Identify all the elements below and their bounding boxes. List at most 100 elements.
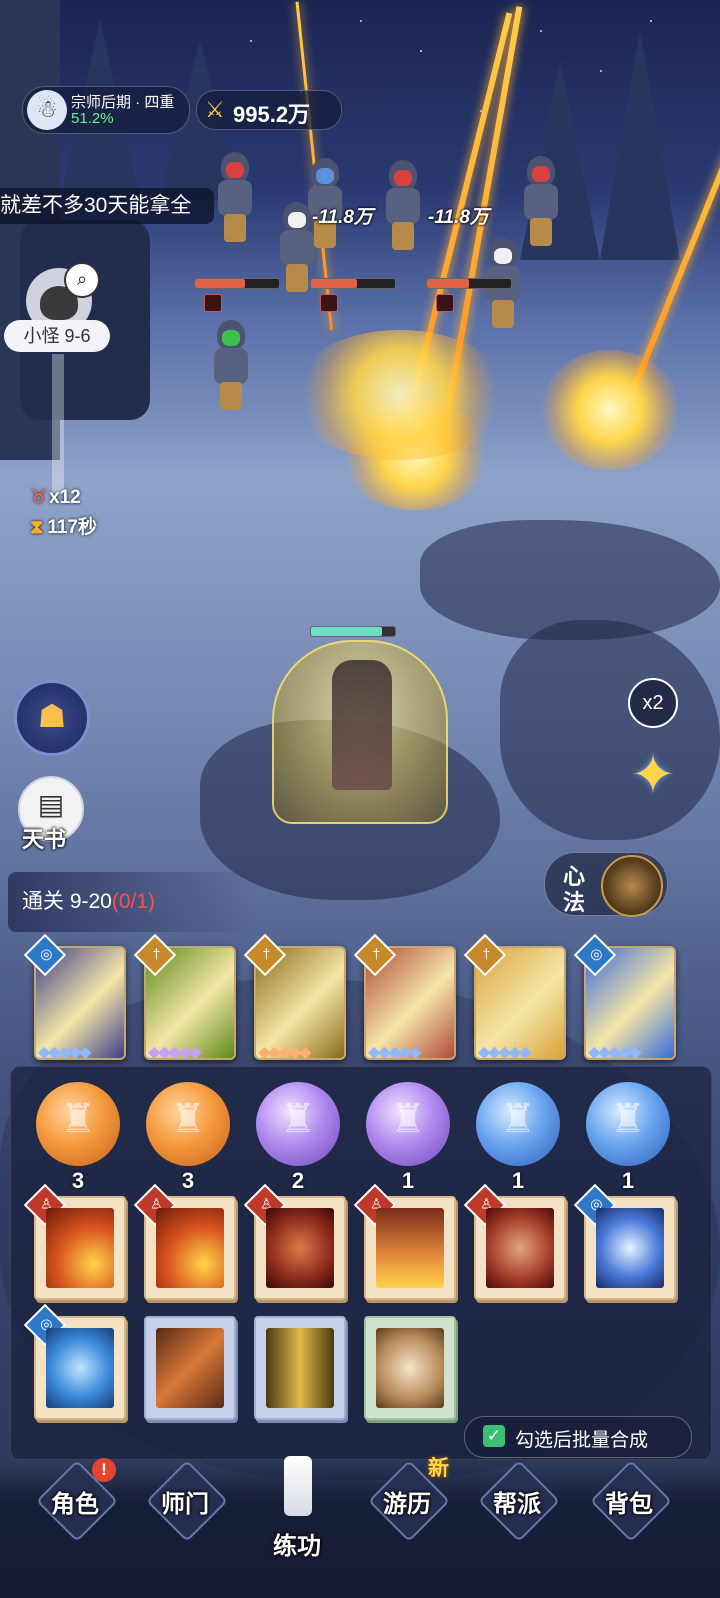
xinfa-button[interactable]: 心 法 (544, 852, 668, 917)
checkbox-checked-icon[interactable]: ✓ (483, 1425, 505, 1447)
energy-orb-orange[interactable]: ♜ 3 (146, 1082, 230, 1193)
nav-label: 师门 (161, 1491, 209, 1518)
nav-label: 背包 (605, 1491, 653, 1518)
nav-label: 帮派 (493, 1491, 541, 1518)
skill-card-4[interactable]: † ◆◆◆◆◆ (353, 933, 456, 1061)
ice-hand-icon (596, 1208, 664, 1288)
enemy-soldier[interactable] (380, 160, 426, 250)
rank-progress: 51.2% (71, 110, 114, 127)
impact-burst (540, 350, 680, 470)
star-gems-icon: ◆◆◆◆◆ (38, 1044, 92, 1061)
enemy-hp-bar (426, 278, 512, 289)
master-avatar-icon: ☃ (27, 90, 67, 130)
loot-bag-button[interactable]: ☗ (14, 680, 90, 756)
nav-training[interactable]: 练功 (250, 1456, 344, 1560)
quest-label: 通关 9-20 (22, 890, 112, 913)
star-skill-button[interactable]: ✦ (622, 744, 684, 806)
rank-panel[interactable]: ☃ 宗师后期 · 四重 51.2% (22, 86, 190, 134)
skill-book-fireball[interactable]: ♙ (133, 1183, 236, 1300)
fighter-silhouette-icon: ♜ (60, 1097, 96, 1141)
batch-merge-toggle[interactable]: ✓ 勾选后批量合成 (464, 1416, 692, 1458)
quest-bar[interactable]: 通关 9-20(0/1) (8, 872, 254, 932)
skill-card-6[interactable]: ◎ ◆◆◆◆◆ (573, 933, 676, 1061)
nav-sect[interactable]: 师门 (138, 1459, 232, 1543)
enemy-hp-bar (194, 278, 280, 289)
fighter-silhouette-icon: ♜ (500, 1097, 536, 1141)
skill-book-fist[interactable]: ♙ (463, 1183, 566, 1300)
xinfa-orb-icon (601, 855, 663, 917)
enemy-soldier[interactable] (518, 156, 564, 246)
chat-message[interactable]: 就差不多30天能拿全 (0, 188, 214, 224)
time-left: 117秒 (47, 517, 97, 538)
skill-book-prayer[interactable] (364, 1316, 456, 1420)
fighter-silhouette-icon: ♜ (390, 1097, 426, 1141)
star-gems-icon: ◆◆◆◆◆ (588, 1044, 642, 1061)
demon-head-icon: ♉ (30, 487, 48, 508)
nav-backpack[interactable]: 背包 (582, 1459, 676, 1543)
player-character[interactable] (332, 660, 392, 790)
six-point-star-icon: ✦ (630, 745, 676, 805)
nav-guild[interactable]: 帮派 (470, 1459, 564, 1543)
enemy-hp-fill (195, 279, 246, 288)
praying-hands-icon (376, 1328, 444, 1408)
energy-orb-purple[interactable]: ♜ 1 (366, 1082, 450, 1193)
skill-book-fireball[interactable]: ♙ (23, 1183, 126, 1300)
fighter-silhouette-icon: ♜ (170, 1097, 206, 1141)
golden-blade-icon (266, 1328, 334, 1408)
training-post-icon (284, 1456, 312, 1516)
enemy-hp-bar (310, 278, 396, 289)
energy-orb-purple[interactable]: ♜ 2 (256, 1082, 340, 1193)
skill-book-slash[interactable]: ♙ (243, 1183, 346, 1300)
heavenly-book-label: 天书 (22, 827, 67, 852)
scroll-map-icon: ▤ (37, 789, 65, 820)
skill-book-log[interactable] (144, 1316, 236, 1420)
new-badge: 新 (428, 1457, 449, 1480)
skill-book-ice-hand[interactable]: ◎ (573, 1183, 676, 1300)
star-gems-icon: ◆◆◆◆◆ (148, 1044, 202, 1061)
enemy-soldier[interactable] (212, 152, 258, 242)
crossed-swords-icon: ⚔ (205, 97, 225, 122)
water-fist-icon (46, 1328, 114, 1408)
combat-power-value: 995.2万 (233, 102, 311, 127)
speed-toggle-button[interactable]: x2 (628, 678, 678, 728)
rank-label: 宗师后期 · 四重 (71, 94, 175, 111)
skill-book-golden-blade[interactable] (254, 1316, 346, 1420)
fist-icon (486, 1208, 554, 1288)
star-gems-icon: ◆◆◆◆◆ (478, 1044, 532, 1061)
pine-tree (600, 30, 680, 260)
enemy-archer[interactable] (208, 320, 254, 410)
impact-burst (290, 330, 510, 460)
nav-label: 游历 (383, 1491, 431, 1518)
fighter-silhouette-icon: ♜ (610, 1097, 646, 1141)
star-gems-icon: ◆◆◆◆◆ (368, 1044, 422, 1061)
enemy-shield-icon (320, 294, 338, 312)
money-bag-icon: ☗ (37, 698, 67, 734)
kill-counter: ♉ x12 (30, 486, 81, 509)
skill-card-1[interactable]: ◎ ◆◆◆◆◆ (23, 933, 126, 1061)
energy-orb-blue[interactable]: ♜ 1 (586, 1082, 670, 1193)
combat-power-panel[interactable]: ⚔ 995.2万 (196, 90, 342, 130)
search-icon: ⌕ (64, 262, 100, 298)
enemy-hp-fill (427, 279, 469, 288)
skill-book-palm[interactable]: ♙ (353, 1183, 456, 1300)
player-hp-fill (311, 627, 383, 636)
enemy-shield-icon (204, 294, 222, 312)
hourglass-icon: ⧗ (30, 517, 44, 538)
fighter-silhouette-icon: ♜ (280, 1097, 316, 1141)
energy-orb-orange[interactable]: ♜ 3 (36, 1082, 120, 1193)
skill-card-2[interactable]: † ◆◆◆◆◆ (133, 933, 236, 1061)
skill-book-water-fist[interactable]: ◎ (23, 1303, 126, 1420)
fireball-icon (46, 1208, 114, 1288)
enemy-hp-fill (311, 279, 358, 288)
skill-card-5[interactable]: † ◆◆◆◆◆ (463, 933, 566, 1061)
energy-orb-blue[interactable]: ♜ 1 (476, 1082, 560, 1193)
player-hp-bar (310, 626, 396, 637)
stage-progress-track (52, 354, 64, 494)
stage-label: 小怪 9-6 (4, 320, 110, 352)
quest-progress: (0/1) (111, 890, 156, 913)
time-counter: ⧗ 117秒 (30, 512, 97, 539)
slash-icon (266, 1208, 334, 1288)
batch-merge-label: 勾选后批量合成 (515, 1430, 649, 1451)
ice-crack (500, 620, 720, 840)
skill-card-3[interactable]: † ◆◆◆◆◆ (243, 933, 346, 1061)
